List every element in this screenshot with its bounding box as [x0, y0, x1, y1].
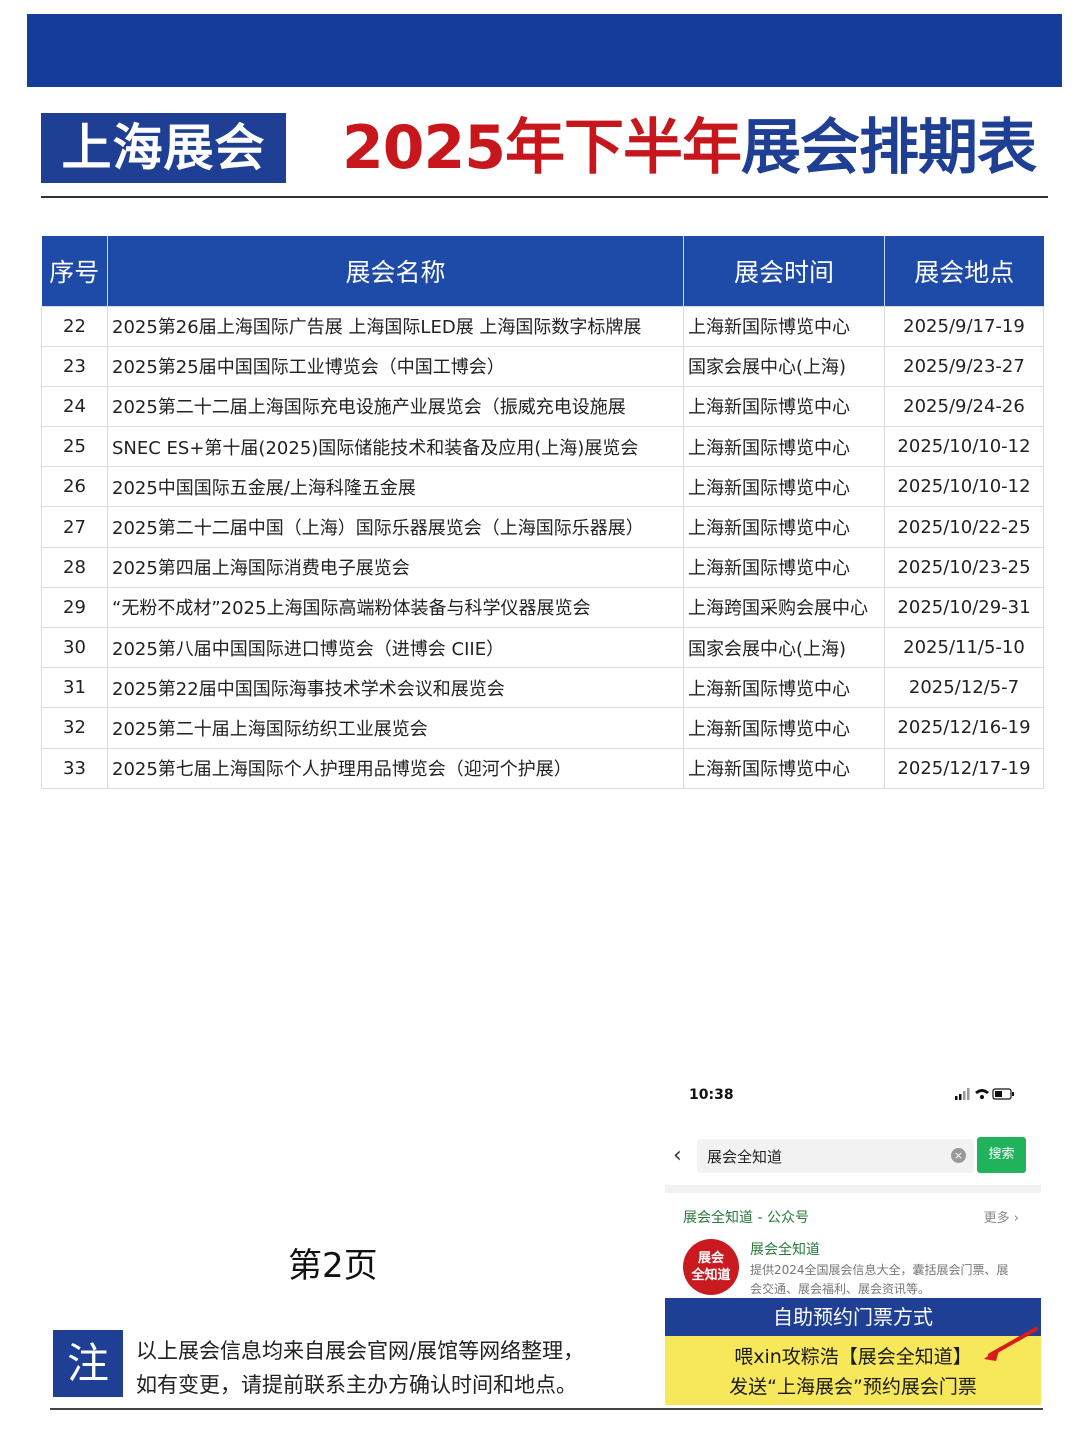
title-schedule-part: 展会排期表 [741, 113, 1037, 183]
row-number: 32 [41, 707, 108, 749]
exhibition-venue: 国家会展中心(上海) [683, 626, 885, 669]
table-row: 26 2025中国国际五金展/上海科隆五金展 上海新国际博览中心 2025/10/10… [41, 466, 1044, 508]
exhibition-name: 2025第二十二届中国（上海）国际乐器展览会（上海国际乐器展） [107, 506, 684, 548]
city-badge: 上海展会 [41, 113, 286, 183]
exhibition-date: 2025/10/10-12 [884, 426, 1044, 468]
exhibition-name: 2025第25届中国国际工业博览会（中国工博会） [107, 345, 684, 387]
exhibition-name: “无粉不成材”2025上海国际高端粉体装备与科学仪器展览会 [107, 586, 684, 629]
column-header-location: 展会地点 [884, 236, 1044, 306]
note-text: 以上展会信息均来自展会官网/展馆等网络整理， 如有变更，请提前联系主办方确认时间… [136, 1334, 584, 1402]
exhibition-date: 2025/12/5-7 [884, 667, 1044, 709]
exhibition-name: 2025第八届中国国际进口博览会（进博会 CIIE） [107, 626, 684, 669]
exhibition-name: 2025中国国际五金展/上海科隆五金展 [107, 466, 684, 508]
exhibition-name: 2025第四届上海国际消费电子展览会 [107, 546, 684, 588]
exhibition-date: 2025/11/5-10 [884, 626, 1044, 669]
column-header-time: 展会时间 [683, 236, 885, 306]
exhibition-venue: 上海新国际博览中心 [683, 707, 885, 749]
exhibition-venue: 上海新国际博览中心 [683, 305, 885, 347]
column-header-no: 序号 [41, 236, 108, 306]
row-number: 30 [41, 626, 108, 669]
row-number: 27 [41, 506, 108, 548]
search-input-value: 展会全知道 [707, 1148, 783, 1166]
row-number: 24 [41, 385, 108, 428]
table-row: 28 2025第四届上海国际消费电子展览会 上海新国际博览中心 2025/10/23-… [41, 546, 1044, 588]
more-link[interactable]: 更多 › [984, 1207, 1019, 1226]
more-link-label: 更多 [983, 1211, 1010, 1226]
table-row: 31 2025第22届中国国际海事技术学术会议和展览会 上海新国际博览中心 2025/… [41, 667, 1044, 709]
column-header-name: 展会名称 [107, 236, 684, 306]
row-number: 23 [41, 345, 108, 387]
table-row: 23 2025第25届中国国际工业博览会（中国工博会） 国家会展中心(上海) 2025… [41, 345, 1044, 387]
exhibition-date: 2025/12/17-19 [884, 747, 1044, 789]
search-row: ‹ 展会全知道 × 搜索 [665, 1137, 1041, 1177]
exhibition-venue: 上海新国际博览中心 [683, 385, 885, 428]
row-number: 29 [41, 586, 108, 629]
exhibition-date: 2025/10/29-31 [884, 586, 1044, 629]
search-button[interactable]: 搜索 [977, 1137, 1026, 1173]
exhibition-name: 2025第26届上海国际广告展 上海国际LED展 上海国际数字标牌展 [107, 305, 684, 347]
exhibition-venue: 上海新国际博览中心 [683, 747, 885, 789]
exhibition-venue: 上海新国际博览中心 [683, 667, 885, 709]
exhibition-venue: 上海新国际博览中心 [683, 506, 885, 548]
avatar-text: 全知道 [691, 1268, 731, 1283]
note-line: 如有变更，请提前联系主办方确认时间和地点。 [136, 1373, 577, 1397]
exhibition-date: 2025/9/17-19 [884, 305, 1044, 347]
account-avatar: 展会 全知道 [683, 1239, 739, 1295]
exhibition-venue: 上海跨国采购会展中心 [683, 586, 885, 629]
exhibition-date: 2025/9/24-26 [884, 385, 1044, 428]
account-name[interactable]: 展会全知道 [750, 1239, 820, 1259]
status-time: 10:38 [689, 1087, 734, 1103]
table-row: 33 2025第七届上海国际个人护理用品博览会（迎河个护展） 上海新国际博览中心 20… [41, 747, 1044, 789]
search-input[interactable]: 展会全知道 × [697, 1139, 974, 1173]
exhibition-date: 2025/10/22-25 [884, 506, 1044, 548]
avatar-text: 展会 [697, 1251, 724, 1266]
exhibition-venue: 上海新国际博览中心 [683, 546, 885, 588]
exhibition-name: 2025第22届中国国际海事技术学术会议和展览会 [107, 667, 684, 709]
row-number: 22 [41, 305, 108, 347]
account-result-card[interactable]: 展会全知道 - 公众号 更多 › 展会 全知道 展会全知道 提供2024全国展会… [665, 1185, 1041, 1300]
page-title: 2025年下半年展会排期表 [342, 108, 1037, 188]
row-number: 33 [41, 747, 108, 789]
account-description: 提供2024全国展会信息大全，囊括展会门票、展会交通、展会福利、展会资讯等。 [750, 1263, 1009, 1296]
exhibition-date: 2025/10/23-25 [884, 546, 1044, 588]
arrow-pointer-icon [984, 1327, 1038, 1361]
signal-wifi-battery-icon [955, 1088, 1014, 1100]
table-row: 32 2025第二十届上海国际纺织工业展览会 上海新国际博览中心 2025/12/16… [41, 707, 1044, 749]
account-result-heading: 展会全知道 - 公众号 [683, 1210, 809, 1226]
note-badge: 注 [53, 1330, 123, 1397]
exhibition-name: 2025第二十二届上海国际充电设施产业展览会（振威充电设施展 [107, 385, 684, 428]
exhibition-name: 2025第七届上海国际个人护理用品博览会（迎河个护展） [107, 747, 684, 789]
clear-icon[interactable]: × [951, 1148, 966, 1163]
exhibition-venue: 上海新国际博览中心 [683, 426, 885, 468]
table-header-row: 序号 展会名称 展会时间 展会地点 [41, 236, 1044, 306]
exhibition-date: 2025/12/16-19 [884, 707, 1044, 749]
note-line: 以上展会信息均来自展会官网/展馆等网络整理， [136, 1339, 585, 1363]
row-number: 31 [41, 667, 108, 709]
table-row: 24 2025第二十二届上海国际充电设施产业展览会（振威充电设施展 上海新国际博览中… [41, 385, 1044, 428]
cta-line: 发送“上海展会”预约展会门票 [729, 1376, 977, 1398]
status-icons [955, 1087, 1015, 1104]
exhibition-venue: 国家会展中心(上海) [683, 345, 885, 387]
table-row: 29 “无粉不成材”2025上海国际高端粉体装备与科学仪器展览会 上海跨国采购会展中… [41, 586, 1044, 629]
exhibition-name: SNEC ES+第十届(2025)国际储能技术和装备及应用(上海)展览会 [107, 426, 684, 468]
exhibition-date: 2025/10/10-12 [884, 466, 1044, 508]
exhibition-venue: 上海新国际博览中心 [683, 466, 885, 508]
row-number: 25 [41, 426, 108, 468]
row-number: 28 [41, 546, 108, 588]
title-divider [41, 196, 1048, 198]
page-number: 第2页 [288, 1246, 378, 1286]
exhibition-name: 2025第二十届上海国际纺织工业展览会 [107, 707, 684, 749]
bottom-divider [50, 1408, 1043, 1410]
table-row: 25 SNEC ES+第十届(2025)国际储能技术和装备及应用(上海)展览会 上海… [41, 426, 1044, 468]
table-row: 22 2025第26届上海国际广告展 上海国际LED展 上海国际数字标牌展 上海新国… [41, 305, 1044, 347]
table-row: 30 2025第八届中国国际进口博览会（进博会 CIIE） 国家会展中心(上海) 20… [41, 626, 1044, 669]
back-chevron-icon[interactable]: ‹ [673, 1143, 682, 1168]
table-row: 27 2025第二十二届中国（上海）国际乐器展览会（上海国际乐器展） 上海新国际博览… [41, 506, 1044, 548]
schedule-table: 序号 展会名称 展会时间 展会地点 22 2025第26届上海国际广告展 上海国际… [41, 236, 1044, 789]
title-year-part: 2025年下半年 [342, 113, 742, 183]
top-banner-bar [27, 14, 1062, 87]
row-number: 26 [41, 466, 108, 508]
exhibition-date: 2025/9/23-27 [884, 345, 1044, 387]
